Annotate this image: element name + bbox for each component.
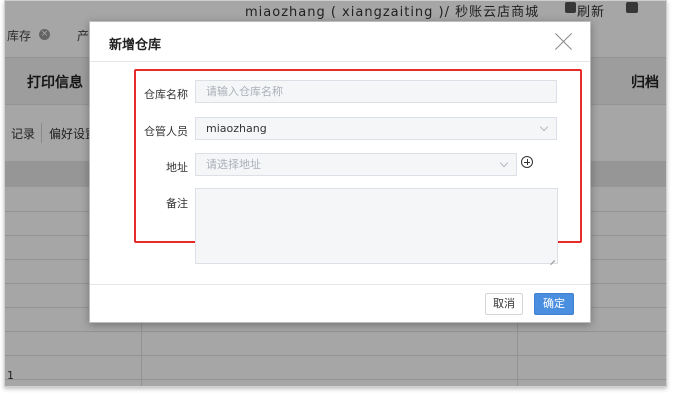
- warehouse-name-input[interactable]: 请输入仓库名称: [195, 80, 557, 103]
- close-icon[interactable]: [553, 32, 573, 52]
- add-address-icon[interactable]: [521, 156, 533, 168]
- manager-select[interactable]: miaozhang: [195, 117, 557, 140]
- warehouse-name-label: 仓库名称: [144, 88, 188, 101]
- remark-label: 备注: [166, 197, 188, 210]
- address-label: 地址: [166, 161, 188, 174]
- manager-label: 仓管人员: [144, 125, 188, 138]
- resize-handle-icon[interactable]: [549, 255, 555, 261]
- dialog-header: 新增仓库: [90, 22, 590, 62]
- app-frame: miaozhang ( xiangzaiting )/ 秒账云店商城 刷新 库存…: [4, 0, 667, 387]
- dialog-title: 新增仓库: [109, 38, 162, 53]
- cancel-button[interactable]: 取消: [485, 293, 523, 315]
- address-select[interactable]: 请选择地址: [195, 153, 517, 176]
- confirm-button[interactable]: 确定: [534, 293, 574, 315]
- add-warehouse-dialog: 新增仓库 仓库名称 请输入仓库名称 仓管人员 miaozhang 地址 请选择地…: [89, 21, 591, 323]
- dialog-footer: 取消 确定: [90, 284, 590, 322]
- remark-textarea[interactable]: [195, 188, 558, 264]
